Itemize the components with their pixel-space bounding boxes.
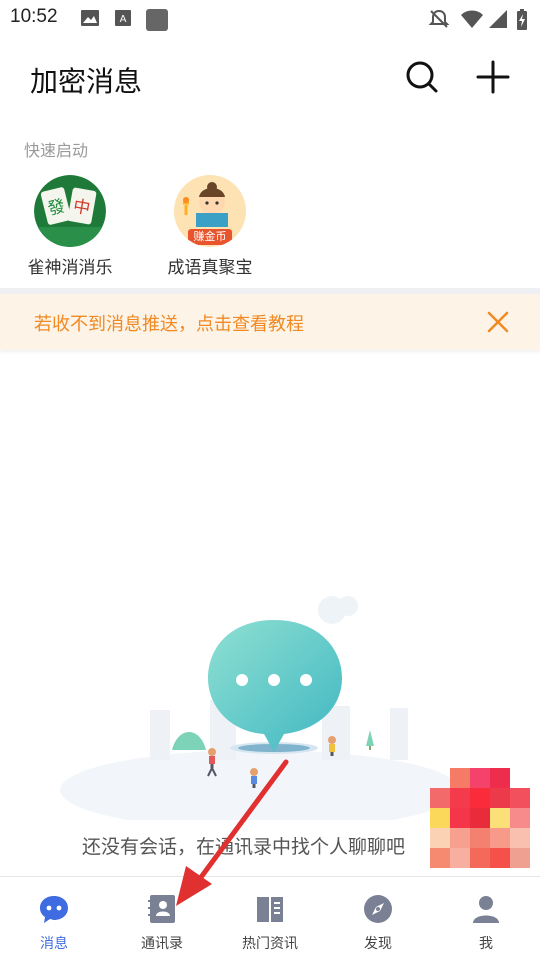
wifi-icon — [461, 10, 483, 28]
contacts-icon — [148, 895, 175, 923]
pixelated-floating-badge[interactable] — [430, 768, 540, 870]
user-icon — [473, 896, 499, 923]
tab-label: 我 — [479, 936, 493, 952]
app-header: 加密消息 — [0, 36, 540, 120]
tab-messages[interactable]: 消息 — [0, 877, 108, 960]
status-time: 10:52 — [10, 6, 58, 27]
battery-charging-icon — [517, 9, 527, 30]
empty-state-text: 还没有会话，在通讯录中找个人聊聊吧 — [82, 836, 406, 858]
idiom-badge: 赚金币 — [188, 229, 232, 245]
plus-icon[interactable] — [476, 60, 510, 94]
tab-me[interactable]: 我 — [432, 877, 540, 960]
page-title: 加密消息 — [30, 65, 143, 98]
close-icon[interactable] — [484, 308, 512, 336]
status-bar: 10:52 A — [0, 0, 540, 36]
tab-label: 发现 — [364, 936, 392, 952]
quick-app-label: 雀神消消乐 — [27, 258, 113, 278]
quick-app-idiom[interactable]: 赚金币 成语真聚宝 — [150, 175, 270, 285]
tab-label: 消息 — [40, 936, 68, 952]
idiom-treasure-icon: 赚金币 — [174, 175, 246, 247]
quick-app-label: 成语真聚宝 — [167, 258, 253, 278]
svg-text:中: 中 — [72, 197, 92, 220]
bell-off-icon — [428, 9, 450, 28]
chat-bubble-icon — [40, 896, 68, 923]
search-icon[interactable] — [405, 60, 439, 94]
notice-text: 若收不到消息推送，点击查看教程 — [34, 314, 304, 335]
svg-text:A: A — [120, 14, 127, 25]
app-icon — [146, 9, 168, 31]
tab-hot-news[interactable]: 热门资讯 — [216, 877, 324, 960]
push-notice-banner[interactable]: 若收不到消息推送，点击查看教程 — [0, 294, 540, 350]
book-icon — [257, 897, 283, 922]
quick-launch-label: 快速启动 — [24, 141, 89, 160]
compass-icon — [364, 895, 392, 923]
signal-icon — [489, 10, 507, 28]
tab-contacts[interactable]: 通讯录 — [108, 877, 216, 960]
tab-label: 热门资讯 — [242, 936, 298, 952]
tab-label: 通讯录 — [141, 936, 183, 952]
mahjong-icon: 發 中 — [34, 175, 106, 247]
quick-app-mahjong[interactable]: 發 中 雀神消消乐 — [10, 175, 130, 285]
quick-launch-section: 快速启动 發 中 雀神消消乐 赚金币 成语真聚宝 — [0, 130, 540, 290]
image-icon — [81, 10, 99, 26]
text-icon: A — [115, 10, 131, 26]
tab-discover[interactable]: 发现 — [324, 877, 432, 960]
bottom-tab-bar: 消息 通讯录 热门资讯 发现 我 — [0, 876, 540, 960]
